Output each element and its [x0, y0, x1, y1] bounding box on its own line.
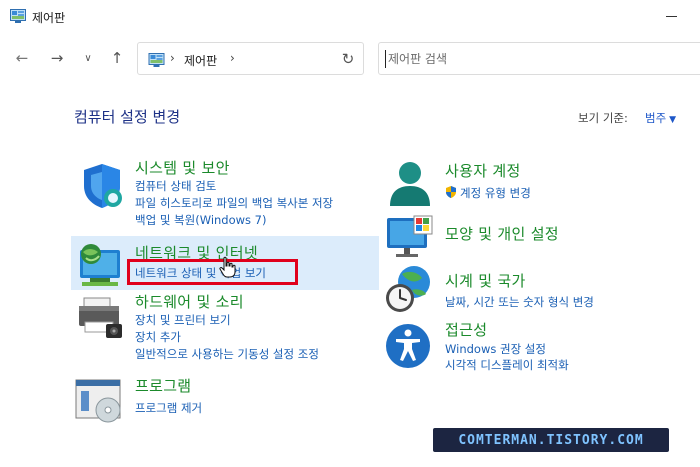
- control-panel-icon: [10, 9, 26, 23]
- network-globe-icon: [80, 244, 120, 286]
- watermark: COMTERMAN.TISTORY.COM: [433, 428, 669, 452]
- uac-shield-icon: [446, 186, 456, 198]
- recent-locations-chevron-icon[interactable]: ∨: [76, 46, 100, 70]
- breadcrumb-separator[interactable]: ›: [230, 51, 235, 65]
- hand-cursor-icon: [219, 256, 236, 278]
- accessibility-icon: [386, 324, 430, 368]
- monitor-palette-icon: [387, 215, 433, 257]
- category-title-programs[interactable]: 프로그램: [135, 375, 191, 396]
- minimize-button[interactable]: [652, 4, 692, 30]
- breadcrumb-separator[interactable]: ›: [170, 51, 175, 65]
- link-windows-recommended[interactable]: Windows 권장 설정: [445, 341, 546, 357]
- view-by-label: 보기 기준:: [578, 111, 628, 125]
- breadcrumb-control-panel[interactable]: 제어판: [184, 52, 217, 69]
- shield-icon: [84, 164, 122, 208]
- category-title-accessibility[interactable]: 접근성: [445, 319, 487, 340]
- printer-icon: [79, 297, 122, 338]
- page-title: 컴퓨터 설정 변경: [74, 108, 181, 126]
- address-bar[interactable]: › 제어판 › ↻: [137, 42, 364, 75]
- control-panel-icon: [148, 53, 165, 67]
- link-uninstall-program[interactable]: 프로그램 제거: [135, 400, 202, 416]
- chevron-down-icon: ▼: [669, 115, 677, 125]
- link-add-device[interactable]: 장치 추가: [135, 329, 181, 345]
- watermark-text: COMTERMAN.TISTORY.COM: [458, 432, 644, 448]
- window-title: 제어판: [32, 11, 66, 25]
- view-by-dropdown[interactable]: 범주 ▼: [645, 110, 676, 126]
- category-title-clock-region[interactable]: 시계 및 국가: [445, 270, 526, 291]
- view-by-value: 범주: [645, 111, 667, 125]
- link-file-history[interactable]: 파일 히스토리로 파일의 백업 복사본 저장: [135, 195, 333, 211]
- link-change-account-type-label: 계정 유형 변경: [460, 186, 531, 200]
- navigation-bar: ← → ∨ ↑ › 제어판 › ↻: [0, 38, 700, 78]
- link-change-account-type[interactable]: 계정 유형 변경: [445, 185, 531, 201]
- link-mobility-settings[interactable]: 일반적으로 사용하는 기동성 설정 조정: [135, 346, 319, 362]
- category-title-hardware-sound[interactable]: 하드웨어 및 소리: [135, 291, 244, 312]
- link-date-time-format[interactable]: 날짜, 시간 또는 숫자 형식 변경: [445, 294, 594, 310]
- title-bar: 제어판: [0, 0, 700, 34]
- clock-globe-icon: [386, 266, 430, 312]
- category-title-system-security[interactable]: 시스템 및 보안: [135, 157, 230, 178]
- category-title-appearance[interactable]: 모양 및 개인 설정: [445, 223, 559, 244]
- link-optimize-display[interactable]: 시각적 디스플레이 최적화: [445, 357, 569, 373]
- annotation-box: [127, 259, 298, 285]
- user-icon: [390, 162, 430, 206]
- back-arrow-icon[interactable]: ←: [10, 46, 34, 70]
- link-review-status[interactable]: 컴퓨터 상태 검토: [135, 178, 216, 194]
- search-box[interactable]: [378, 42, 700, 75]
- up-arrow-icon[interactable]: ↑: [105, 46, 129, 70]
- search-input[interactable]: [388, 49, 688, 69]
- refresh-icon[interactable]: ↻: [338, 49, 358, 69]
- programs-disc-icon: [75, 379, 121, 423]
- forward-arrow-icon[interactable]: →: [45, 46, 69, 70]
- category-title-user-accounts[interactable]: 사용자 계정: [445, 160, 521, 181]
- link-devices-printers[interactable]: 장치 및 프린터 보기: [135, 312, 231, 328]
- link-backup-restore[interactable]: 백업 및 복원(Windows 7): [135, 212, 267, 228]
